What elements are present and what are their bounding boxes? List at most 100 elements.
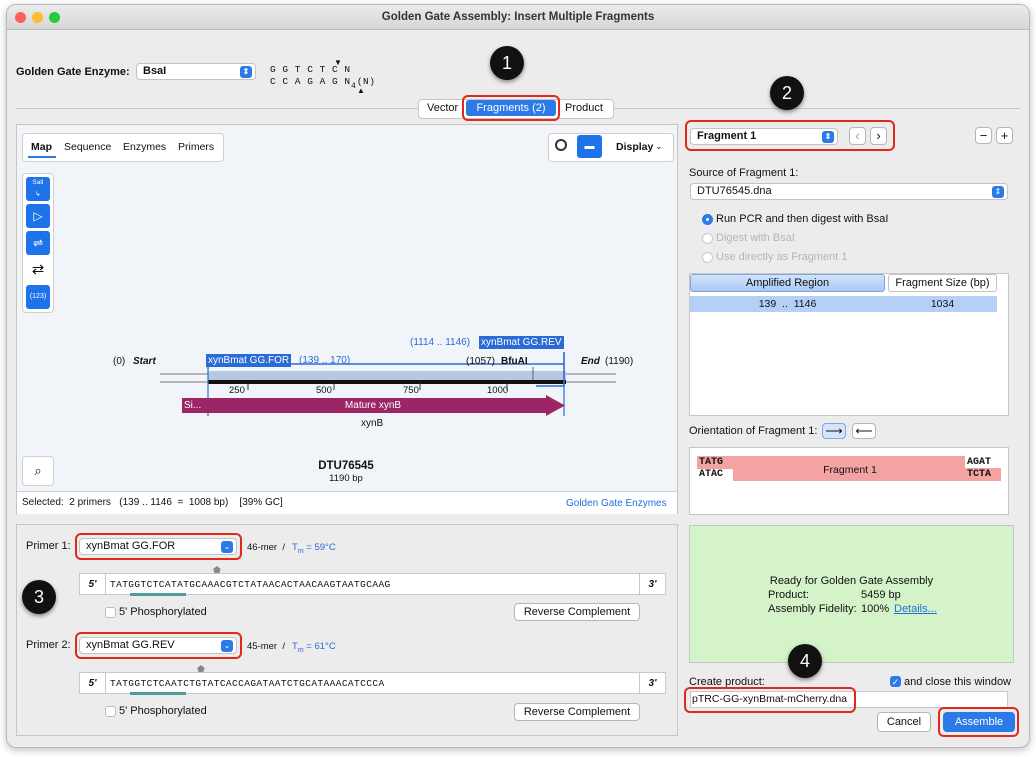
add-fragment-button[interactable]: + — [996, 127, 1013, 144]
highlight-assemble-button — [938, 707, 1019, 737]
primer1-phosphorylated-label: 5' Phosphorylated — [119, 606, 207, 618]
primer2-reverse-complement-button[interactable]: Reverse Complement — [514, 703, 640, 721]
remove-fragment-button[interactable]: − — [975, 127, 992, 144]
step-badge-3: 3 — [22, 580, 56, 614]
primer2-phosphorylated-checkbox[interactable] — [105, 706, 116, 717]
row-fragment-size: 1034 — [930, 298, 955, 310]
step-badge-2: 2 — [770, 76, 804, 110]
primer1-label: Primer 1: — [26, 540, 71, 552]
primer1-tm: Tm = 59°C — [292, 542, 336, 555]
selected-region-highlight — [208, 371, 566, 380]
zoom-magnifier-icon[interactable]: ⌕ — [22, 456, 54, 486]
window-title: Golden Gate Assembly: Insert Multiple Fr… — [381, 11, 655, 23]
status-fidelity-value: 100% — [861, 603, 890, 615]
region-table — [689, 273, 1009, 416]
primer1-binding-arrow — [130, 593, 186, 596]
overhang-right-top: AGAT — [967, 457, 992, 468]
primer1-five-prime: 5' — [80, 574, 106, 594]
row-amplified-region: 139 .. 1146 — [758, 298, 817, 310]
step-badge-1: 1 — [490, 46, 524, 80]
tick-label-250: 250 — [229, 385, 245, 396]
primer2-sequence-box[interactable]: 5' TATGGTCTCAATCTGTATCACCAGATAATCTGCATAA… — [79, 672, 666, 694]
sequence-name: DTU76545 — [318, 460, 374, 472]
highlight-primer2 — [75, 632, 242, 659]
primer2-phosphorylated-label: 5' Phosphorylated — [119, 705, 207, 717]
radio-digest[interactable] — [702, 233, 713, 244]
close-window-label: and close this window — [904, 676, 1012, 688]
orientation-label: Orientation of Fragment 1: — [689, 425, 818, 437]
selection-status: Selected: 2 primers (139 .. 1146 = 1008 … — [22, 497, 283, 508]
primer2-label: Primer 2: — [26, 639, 71, 651]
details-link[interactable]: Details... — [894, 603, 937, 615]
primer-for-range: (139 .. 170) — [299, 355, 351, 366]
primer2-length: 45-mer / — [247, 641, 286, 652]
title-bar: Golden Gate Assembly: Insert Multiple Fr… — [7, 5, 1029, 30]
close-window-checkbox[interactable]: ✓ — [890, 676, 901, 687]
assembly-status-panel — [689, 525, 1014, 663]
map-end-label: End — [581, 356, 600, 367]
enzyme-select-value: BsaI — [143, 65, 167, 77]
highlight-product-filename — [684, 687, 856, 713]
primer2-tm: Tm = 61°C — [292, 641, 336, 654]
highlight-fragment-selector — [685, 120, 895, 151]
chevron-updown-icon: ⇕ — [240, 66, 252, 78]
status-product-value: 5459 bp — [861, 589, 901, 601]
status-product-label: Product: — [768, 589, 809, 601]
primer-rev-label[interactable]: xynBmat GG.REV — [479, 336, 564, 349]
highlight-primer1 — [75, 533, 242, 560]
radio-run-pcr[interactable] — [702, 214, 713, 225]
column-amplified-region[interactable]: Amplified Region — [690, 274, 885, 292]
radio-run-pcr-label: Run PCR and then digest with BsaI — [716, 213, 889, 225]
fragment-preview-label: Fragment 1 — [823, 464, 877, 476]
radio-use-directly[interactable] — [702, 252, 713, 263]
enzyme-select[interactable]: BsaI ⇕ — [136, 63, 256, 80]
primer2-five-prime: 5' — [80, 673, 106, 693]
primer1-sequence-box[interactable]: 5' TATGGTCTCATATGCAAACGTCTATAACACTAACAAG… — [79, 573, 666, 595]
column-fragment-size[interactable]: Fragment Size (bp) — [888, 274, 997, 292]
highlight-fragments-tab — [462, 95, 560, 121]
signal-peptide-label: Si... — [184, 400, 202, 411]
bfuai-label[interactable]: BfuAI — [501, 356, 528, 367]
primer1-sequence: TATGGTCTCATATGCAAACGTCTATAACACTAACAAGTAA… — [110, 579, 391, 590]
enzyme-site-subscript: 4 — [351, 82, 356, 91]
cut-marker-bottom-icon: ▲ — [357, 86, 365, 95]
primer1-three-prime: 3' — [639, 574, 665, 594]
tab-vector[interactable]: Vector — [427, 102, 458, 114]
primer2-binding-arrow — [130, 692, 186, 695]
bfuai-position: (1057) — [466, 356, 495, 367]
map-start-label: Start — [133, 356, 156, 367]
primer1-length: 46-mer / — [247, 542, 286, 553]
primer-rev-range: (1114 .. 1146) — [410, 337, 471, 348]
step-badge-4: 4 — [788, 644, 822, 678]
map-start-position: (0) — [113, 356, 126, 367]
primer-for-label[interactable]: xynBmat GG.FOR — [206, 354, 292, 367]
sequence-length: 1190 bp — [329, 473, 363, 484]
cancel-button[interactable]: Cancel — [877, 712, 931, 732]
radio-digest-label: Digest with BsaI — [716, 232, 795, 244]
radio-use-directly-label: Use directly as Fragment 1 — [716, 251, 848, 263]
primer1-phosphorylated-checkbox[interactable] — [105, 607, 116, 618]
sequence-map-svg — [160, 352, 616, 416]
gene-label: xynB — [361, 418, 384, 429]
primer2-sequence: TATGGTCTCAATCTGTATCACCAGATAATCTGCATAAACA… — [110, 678, 385, 689]
tick-label-1000: 1000 — [487, 385, 509, 396]
orientation-reverse-arrow-icon[interactable]: ⟵ — [852, 423, 876, 439]
overhang-left-top: TATG — [699, 457, 724, 468]
golden-gate-enzymes-link[interactable]: Golden Gate Enzymes — [566, 498, 667, 509]
source-label: Source of Fragment 1: — [689, 167, 799, 179]
primer1-reverse-complement-button[interactable]: Reverse Complement — [514, 603, 640, 621]
status-fidelity-label: Assembly Fidelity: — [768, 603, 857, 615]
orientation-forward-arrow-icon[interactable]: ⟶ — [822, 423, 846, 439]
tab-product[interactable]: Product — [565, 102, 603, 114]
tick-label-750: 750 — [403, 385, 419, 396]
enzyme-label: Golden Gate Enzyme: — [16, 66, 130, 78]
source-select[interactable]: DTU76545.dna ⇕ — [690, 183, 1008, 200]
map-end-position: (1190) — [605, 356, 634, 367]
source-select-value: DTU76545.dna — [697, 185, 772, 197]
primer2-three-prime: 3' — [639, 673, 665, 693]
tick-label-500: 500 — [316, 385, 332, 396]
overhang-left-bottom: ATAC — [699, 469, 724, 480]
status-ready: Ready for Golden Gate Assembly — [769, 575, 934, 587]
chevron-updown-icon: ⇕ — [992, 186, 1004, 198]
overhang-right-bottom: TCTA — [967, 469, 992, 480]
